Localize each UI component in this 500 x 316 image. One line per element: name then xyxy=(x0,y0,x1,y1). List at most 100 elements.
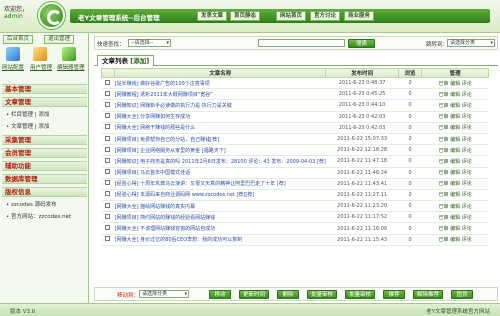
batch-audit-button[interactable]: 批量审核 xyxy=(307,290,337,299)
col-date: 发布时间 xyxy=(325,68,399,78)
sidebar-item-website[interactable]: • 官方网站：zzcodes.net xyxy=(6,212,71,220)
row-title[interactable]: [网赚大全] 网络干赚钱的那些是什么 xyxy=(114,122,326,134)
row-checkbox[interactable] xyxy=(101,133,115,146)
row-actions[interactable]: 已审 编辑 评论 xyxy=(421,88,489,101)
row-checkbox[interactable] xyxy=(101,234,115,246)
row-checkbox[interactable] xyxy=(101,200,115,213)
row-title[interactable]: [网赚项目] 企业网络服务从家里的黄金 [福路天下] xyxy=(114,144,326,157)
row-views: 0 xyxy=(398,99,422,112)
section-copyright[interactable]: 版权信息 xyxy=(2,187,87,197)
row-checkbox[interactable] xyxy=(101,77,115,90)
move-select[interactable]: 请选择分类 xyxy=(139,290,189,298)
row-checkbox[interactable] xyxy=(101,222,115,235)
row-actions[interactable]: 已审 编辑 评论 xyxy=(421,99,489,112)
row-actions[interactable]: 已审 编辑 评论 xyxy=(421,200,489,213)
editor-manage-link[interactable]: 编辑器管理 xyxy=(57,63,85,71)
site-config-link[interactable]: 网站配置 xyxy=(2,63,24,71)
section-article[interactable]: 文章管理 xyxy=(2,97,87,107)
row-title[interactable]: [网赚大全] 身价过亿的80后CEO李想：我的成功可以复制 xyxy=(114,234,326,246)
add-article-link[interactable]: [添加] xyxy=(130,57,149,65)
row-title[interactable]: [经验心得] 本源码来自商业源码网 www.zzcodes.net [荐][荐] xyxy=(114,189,326,202)
row-title[interactable]: [经验心得] 十周年巩典马云演讲：又很又天真的精神让阿里巴巴走了十年 [荐] xyxy=(114,178,326,190)
row-title[interactable]: [站长赚钱] 做好谷歌广告的100个注意事项 xyxy=(114,77,326,90)
row-checkbox[interactable] xyxy=(101,122,115,134)
row-date: 2011-6-22 11:17:52 xyxy=(325,211,399,224)
logo-icon xyxy=(38,2,65,29)
row-actions[interactable]: 已审 编辑 评论 xyxy=(421,155,489,168)
row-title[interactable]: [网赚大全] 不该理网站赚钱容窗的网站自成功 xyxy=(114,222,326,235)
row-date: 2011-6-22 11:15:43 xyxy=(325,234,399,246)
row-checkbox[interactable] xyxy=(101,178,115,190)
username[interactable]: admin xyxy=(4,13,23,20)
row-actions[interactable]: 已审 编辑 评论 xyxy=(421,144,489,157)
row-actions[interactable]: 已审 编辑 评论 xyxy=(421,133,489,146)
row-checkbox[interactable] xyxy=(101,189,115,202)
row-views: 0 xyxy=(398,211,422,224)
user-manage-link[interactable]: 用户管理 xyxy=(30,63,52,71)
row-title[interactable]: [网赚项目] 免费帮你自己的分站，自己赚钱[荐] xyxy=(114,133,326,146)
list-tabs: 文章列表 [添加] xyxy=(94,54,498,66)
tab-article-list[interactable]: 文章列表 [添加] xyxy=(97,55,155,66)
row-title[interactable]: [网赚知识] 电子商务是真的吗 2011年2月6日发布：28100 评论：43 … xyxy=(114,155,326,168)
section-assist[interactable]: 辅助功能 xyxy=(2,161,87,171)
admin-home-button[interactable]: 后台首页 xyxy=(3,35,34,44)
update-time-button[interactable]: 更新时间 xyxy=(239,290,269,299)
row-actions[interactable]: 已审 编辑 评论 xyxy=(421,211,489,224)
row-actions[interactable]: 已审 编辑 评论 xyxy=(421,111,489,123)
recommend-button[interactable]: 推荐 xyxy=(383,290,405,299)
site-config-icon[interactable] xyxy=(6,47,20,61)
nav-site-home[interactable]: 网站首页 xyxy=(276,11,307,21)
pin-top-button[interactable]: 固顶 xyxy=(451,290,473,299)
row-checkbox[interactable] xyxy=(101,88,115,101)
sidebar-item-category[interactable]: • 栏目管理 | 添加 xyxy=(6,110,49,118)
row-title[interactable]: [网赚大全] 描绘网站赚钱的真实内幕 xyxy=(114,200,326,213)
header: 欢迎您， admin 老Y文章管理系统--后台管理 发表文章 首页静态 网站首页… xyxy=(0,0,500,33)
search-select[interactable]: --请选择-- xyxy=(128,39,171,47)
delete-button[interactable]: 删除 xyxy=(277,290,299,299)
nav-business[interactable]: 商业服务 xyxy=(344,11,375,21)
nav-static-home[interactable]: 首页静态 xyxy=(230,11,261,21)
section-collect[interactable]: 采集管理 xyxy=(2,135,87,145)
move-button[interactable]: 移动 xyxy=(209,290,231,299)
row-title[interactable]: [网赚大全] 分享网赚如何生存成功 xyxy=(114,111,326,123)
row-checkbox[interactable] xyxy=(101,211,115,224)
user-manage-icon[interactable] xyxy=(33,47,47,61)
nav-post-article[interactable]: 发表文章 xyxy=(197,11,228,21)
logout-button[interactable]: 退出管理 xyxy=(44,35,75,44)
editor-manage-icon[interactable] xyxy=(62,47,76,61)
row-actions[interactable]: 已审 编辑 评论 xyxy=(421,167,489,179)
row-title[interactable]: [网赚知识] 网赚新手必读做的执行力是 执行力是关键 xyxy=(114,99,326,112)
row-title[interactable]: [网赚教程] 诱析2011年大概网赚项目"宽谷" xyxy=(114,88,326,101)
nav-official-forum[interactable]: 官方讨论 xyxy=(310,11,341,21)
row-title[interactable]: [网赚项目] 马云首年中国模式佳话 xyxy=(114,167,326,179)
search-input[interactable] xyxy=(258,39,345,47)
unrecommend-button[interactable]: 解除推荐 xyxy=(413,290,443,299)
row-title[interactable]: [网赚项目] 简约网站的赚钱的经验看网站赚钱 xyxy=(114,211,326,224)
section-basic[interactable]: 基本管理 xyxy=(2,84,87,94)
jump-select[interactable]: 请选择分类 xyxy=(447,39,495,47)
row-actions[interactable]: 已审 编辑 评论 xyxy=(421,222,489,235)
row-actions[interactable]: 已审 编辑 评论 xyxy=(421,178,489,190)
row-checkbox[interactable] xyxy=(101,111,115,123)
row-checkbox[interactable] xyxy=(101,144,115,157)
batch-audit-button-2[interactable]: 批量审核 xyxy=(345,290,375,299)
row-actions[interactable]: 已审 编辑 评论 xyxy=(421,122,489,134)
sidebar-item-article[interactable]: • 文章管理 | 添加 xyxy=(6,122,49,130)
table-row: [网赚教程] 诱析2011年大概网赚项目"宽谷" 2011-6-23 0:45:2… xyxy=(101,88,489,101)
search-button[interactable]: 搜索 xyxy=(348,39,375,48)
row-views: 0 xyxy=(398,200,422,213)
row-actions[interactable]: 已审 编辑 评论 xyxy=(421,189,489,202)
row-checkbox[interactable] xyxy=(101,99,115,112)
row-actions[interactable]: 已审 编辑 评论 xyxy=(421,234,489,246)
row-date: 2011-6-23 0:42:03 xyxy=(325,111,399,123)
row-checkbox[interactable] xyxy=(101,167,115,179)
row-views: 0 xyxy=(398,122,422,134)
row-actions[interactable]: 已审 编辑 评论 xyxy=(421,77,489,90)
copyright-link[interactable]: 老Y文章管理系统官方网站 xyxy=(426,307,490,315)
section-database[interactable]: 数据库管理 xyxy=(2,174,87,184)
row-checkbox[interactable] xyxy=(101,155,115,168)
col-title: 文章名称 xyxy=(114,68,327,78)
section-member[interactable]: 会员管理 xyxy=(2,148,87,158)
sidebar-item-source: • zzcodes 源码发布 xyxy=(6,202,57,208)
row-date: 2011-6-22 11:43:41 xyxy=(325,178,399,190)
